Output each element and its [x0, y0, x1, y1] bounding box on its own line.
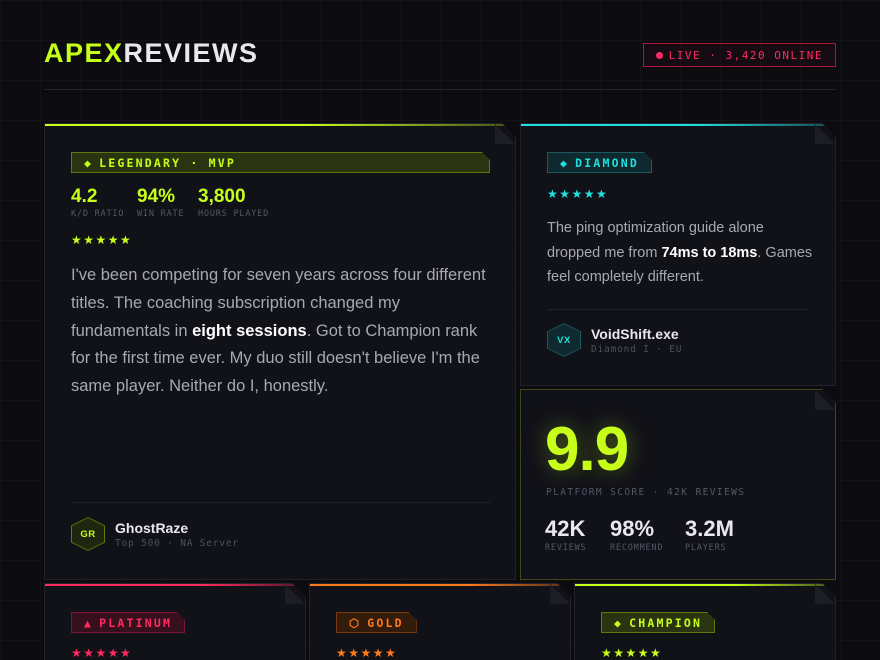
card-accent-line: [575, 584, 837, 586]
stat-value: 4.2: [71, 186, 98, 207]
stat-win-rate: 94% WIN RATE: [137, 186, 184, 219]
review-card-gold: ⬡ GOLD ★★★★★: [309, 583, 571, 660]
divider: [71, 502, 490, 503]
stat-reviews: 42K REVIEWS: [545, 516, 586, 553]
diamond-icon: ◆: [614, 615, 624, 630]
author-meta: Diamond I · EU: [591, 344, 683, 355]
stat-label: PLAYERS: [685, 543, 727, 553]
stat-kd: 4.2 K/D RATIO: [71, 186, 124, 219]
rank-badge-label: DIAMOND: [575, 155, 639, 170]
rank-badge-label: CHAMPION: [629, 615, 703, 630]
star-rating: ★★★★★: [71, 646, 133, 660]
review-text: The ping optimization guide alone droppe…: [547, 216, 817, 290]
site-logo[interactable]: APEXREVIEWS: [44, 38, 259, 69]
author-name[interactable]: VoidShift.exe: [591, 326, 679, 342]
live-status-label: LIVE · 3,420 ONLINE: [668, 48, 823, 62]
platform-score-label: PLATFORM SCORE · 42K REVIEWS: [546, 487, 746, 498]
rank-badge-label: GOLD: [367, 615, 404, 630]
featured-review-card: ◆ LEGENDARY · MVP 4.2 K/D RATIO 94% WIN …: [44, 123, 516, 580]
divider: [547, 309, 807, 310]
card-accent-line: [45, 584, 307, 586]
avatar: VX: [547, 323, 581, 357]
card-accent-line: [521, 124, 837, 126]
star-rating: ★★★★★: [336, 646, 398, 660]
rank-badge-label: LEGENDARY · MVP: [99, 155, 236, 170]
card-corner: [285, 584, 305, 604]
stat-label: REVIEWS: [545, 543, 587, 553]
stat-value: 98%: [610, 516, 655, 541]
stat-players: 3.2M PLAYERS: [685, 516, 734, 553]
diamond-icon: ◆: [560, 155, 570, 170]
stat-hours: 3,800 HOURS PLAYED: [198, 186, 269, 219]
rank-badge: ◆ DIAMOND: [547, 152, 652, 173]
stat-recommend: 98% RECOMMEND: [610, 516, 663, 553]
rank-badge: ◆ LEGENDARY · MVP: [71, 152, 490, 173]
review-card-platinum: ▲ PLATINUM ★★★★★: [44, 583, 306, 660]
review-text-highlight: 74ms to 18ms: [661, 244, 758, 261]
avatar: GR: [71, 517, 105, 551]
triangle-icon: ▲: [84, 615, 94, 630]
author-meta: Top 500 · NA Server: [115, 538, 239, 549]
card-corner: [550, 584, 570, 604]
rank-badge: ▲ PLATINUM: [71, 612, 185, 633]
stat-value: 94%: [137, 186, 176, 207]
rank-badge-label: PLATINUM: [99, 615, 173, 630]
review-card-champion: ◆ CHAMPION ★★★★★: [574, 583, 836, 660]
card-corner: [495, 124, 515, 144]
platform-score-card: 9.9 PLATFORM SCORE · 42K REVIEWS 42K REV…: [520, 389, 836, 580]
hexagon-icon: ⬡: [349, 615, 362, 630]
review-card-diamond: ◆ DIAMOND ★★★★★ The ping optimization gu…: [520, 123, 836, 386]
platform-score-value: 9.9: [545, 415, 629, 484]
author-name[interactable]: GhostRaze: [115, 520, 188, 536]
stat-label: WIN RATE: [137, 209, 185, 219]
stat-label: RECOMMEND: [610, 543, 664, 553]
star-rating: ★★★★★: [71, 233, 133, 247]
avatar-initials: GR: [80, 528, 96, 540]
stat-label: K/D RATIO: [71, 209, 125, 219]
card-corner: [815, 124, 835, 144]
site-header: APEXREVIEWS LIVE · 3,420 ONLINE: [44, 38, 836, 90]
stat-value: 42K: [545, 516, 586, 541]
avatar-initials: VX: [557, 334, 571, 346]
card-accent-line: [45, 124, 517, 126]
logo-part-apex: APEX: [44, 38, 124, 68]
stat-value: 3,800: [198, 186, 246, 207]
diamond-icon: ◆: [84, 155, 94, 170]
star-rating: ★★★★★: [547, 187, 609, 201]
card-accent-line: [310, 584, 572, 586]
logo-part-reviews: REVIEWS: [123, 38, 259, 68]
card-corner: [815, 584, 835, 604]
stat-value: 3.2M: [685, 516, 734, 541]
rank-badge: ◆ CHAMPION: [601, 612, 715, 633]
live-status-badge: LIVE · 3,420 ONLINE: [642, 43, 836, 67]
rank-badge: ⬡ GOLD: [336, 612, 417, 633]
review-text: I've been competing for seven years acro…: [71, 262, 501, 401]
stat-label: HOURS PLAYED: [198, 209, 270, 219]
card-corner: [815, 390, 835, 410]
live-dot-icon: [655, 51, 663, 59]
star-rating: ★★★★★: [601, 646, 663, 660]
review-text-highlight: eight sessions: [192, 321, 307, 340]
